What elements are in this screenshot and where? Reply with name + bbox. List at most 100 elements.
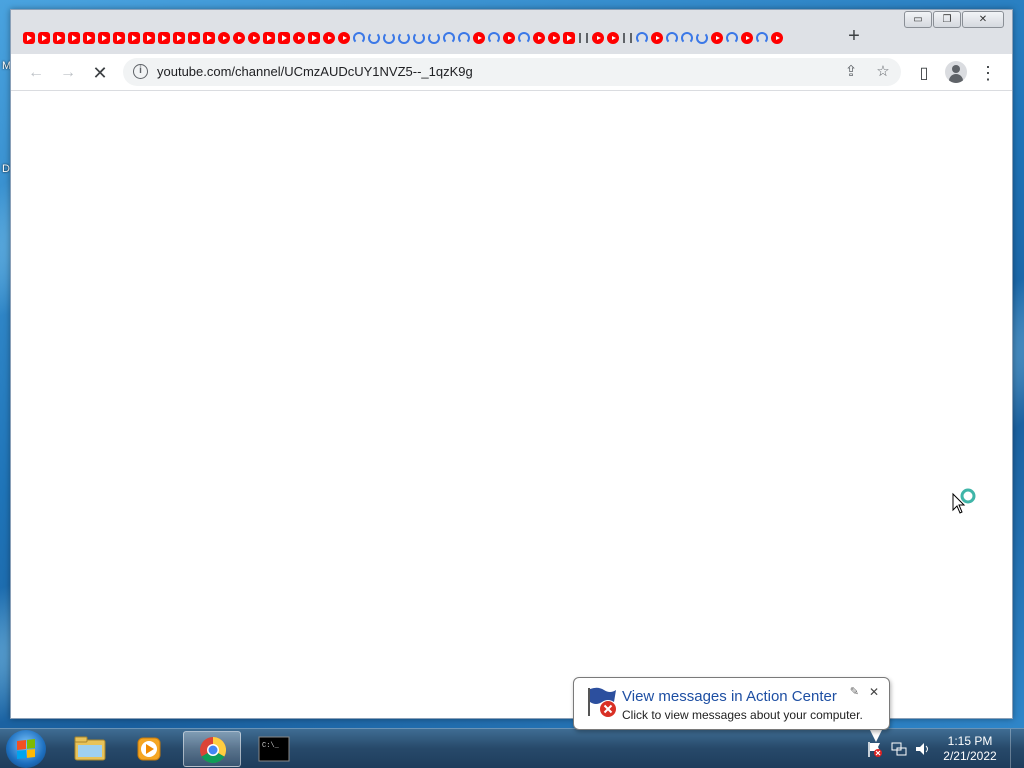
close-icon: ✕ [978, 14, 988, 25]
tab-strip: + ▭ ❐ ✕ [11, 10, 1012, 60]
tab-favicon-icon[interactable] [308, 32, 320, 44]
page-content-blank[interactable] [11, 91, 1012, 718]
tab-favicon-icon[interactable] [563, 32, 575, 44]
tab-favicon-icon[interactable] [113, 32, 125, 44]
stop-loading-button[interactable]: ✕ [89, 62, 111, 84]
tab-favicon-icon[interactable] [368, 32, 380, 44]
close-notification-button[interactable]: ✕ [869, 685, 879, 699]
forward-button[interactable]: → [57, 62, 79, 84]
volume-icon[interactable] [914, 740, 932, 758]
notification-text: Click to view messages about your comput… [622, 708, 863, 722]
tab-favicon-icon[interactable] [741, 32, 753, 44]
tab-favicon-icon[interactable] [458, 32, 470, 44]
tab-favicon-icon[interactable] [548, 32, 560, 44]
tab-favicon-icon[interactable] [353, 32, 365, 44]
tab-favicon-icon[interactable] [533, 32, 545, 44]
tab-favicon-icon[interactable] [338, 32, 350, 44]
restore-icon: ❐ [942, 14, 952, 25]
arrow-right-icon: → [60, 64, 76, 81]
action-center-notification[interactable]: View messages in Action Center Click to … [573, 677, 890, 730]
tab-favicon-icon[interactable] [681, 32, 693, 44]
tab-favicon-icon[interactable] [726, 32, 738, 44]
taskbar-explorer-button[interactable] [60, 731, 118, 767]
tab-favicon-icon[interactable] [203, 32, 215, 44]
taskbar-chrome-button[interactable] [183, 731, 241, 767]
tab-favicon-icon[interactable] [636, 32, 648, 44]
browser-toolbar: ← → ✕ i youtube.com/channel/UCmzAUDcUY1N… [11, 54, 1012, 91]
tab-favicon-icon[interactable] [188, 32, 200, 44]
tab-favicon-icon[interactable] [218, 32, 230, 44]
menu-button[interactable]: ⋮ [977, 62, 999, 84]
tab-favicon-icon[interactable] [233, 32, 245, 44]
action-center-flag-icon[interactable] [866, 740, 884, 758]
chrome-window: + ▭ ❐ ✕ ← → ✕ i youtube.com/channel/UCmz… [10, 9, 1013, 719]
tab-favicon-icon[interactable] [68, 32, 80, 44]
back-button[interactable]: ← [25, 62, 47, 84]
tab-favicon-icon[interactable] [666, 32, 678, 44]
system-clock[interactable]: 1:15 PM 2/21/2022 [938, 734, 1002, 764]
tab-favicon-icon[interactable] [98, 32, 110, 44]
taskbar-media-player-button[interactable] [120, 731, 178, 767]
tab-favicon-icon[interactable] [173, 32, 185, 44]
folder-icon [74, 736, 106, 761]
tab-favicon-icon[interactable] [592, 32, 604, 44]
stop-icon: ✕ [92, 62, 108, 83]
site-info-icon[interactable]: i [133, 64, 148, 79]
taskbar-cmd-button[interactable]: C:\_ [245, 731, 303, 767]
tab-favicon-icon[interactable] [771, 32, 783, 44]
desktop-icon-label[interactable]: D [2, 163, 10, 175]
tab-favicon-icon[interactable] [651, 32, 663, 44]
clock-time: 1:15 PM [947, 734, 993, 748]
tab-favicon-icon[interactable] [473, 32, 485, 44]
side-panel-icon: ▯ [919, 65, 929, 82]
balloon-pointer [869, 728, 883, 742]
side-panel-button[interactable]: ▯ [913, 62, 935, 84]
tab-favicon-icon[interactable] [83, 32, 95, 44]
tab-favicon-icon[interactable] [383, 32, 395, 44]
tab-favicon-icon[interactable] [696, 32, 708, 44]
tab-favicon-icon[interactable] [585, 32, 589, 44]
tab-favicon-icon[interactable] [53, 32, 65, 44]
close-window-button[interactable]: ✕ [962, 11, 1004, 28]
tab-favicon-icon[interactable] [38, 32, 50, 44]
command-prompt-icon: C:\_ [258, 736, 290, 762]
notification-title[interactable]: View messages in Action Center [622, 688, 837, 705]
bookmark-star-icon[interactable]: ☆ [873, 62, 893, 82]
window-controls: ▭ ❐ ✕ [904, 11, 1004, 28]
tab-favicon-icon[interactable] [607, 32, 619, 44]
restore-button[interactable]: ❐ [933, 11, 961, 28]
tab-favicon-icon[interactable] [293, 32, 305, 44]
tab-favicon-icon[interactable] [629, 32, 633, 44]
new-tab-button[interactable]: + [843, 25, 865, 47]
network-icon[interactable] [890, 740, 908, 758]
tab-favicon-icon[interactable] [578, 32, 582, 44]
tab-favicon-icon[interactable] [518, 32, 530, 44]
wrench-icon[interactable]: ✎ [850, 685, 859, 698]
tab-favicon-icon[interactable] [158, 32, 170, 44]
address-bar[interactable]: i youtube.com/channel/UCmzAUDcUY1NVZ5--_… [123, 58, 901, 86]
url-text[interactable]: youtube.com/channel/UCmzAUDcUY1NVZ5--_1q… [157, 64, 473, 79]
tab-favicon-icon[interactable] [143, 32, 155, 44]
tab-favicon-icon[interactable] [23, 32, 35, 44]
profile-avatar-icon[interactable] [945, 61, 967, 83]
tab-favicon-icon[interactable] [756, 32, 768, 44]
share-icon[interactable]: ⇪ [841, 62, 861, 82]
tab-favicon-icon[interactable] [443, 32, 455, 44]
tab-favicon-icon[interactable] [622, 32, 626, 44]
tab-favicon-icon[interactable] [263, 32, 275, 44]
tab-favicon-icon[interactable] [323, 32, 335, 44]
tab-favicon-icon[interactable] [488, 32, 500, 44]
tab-favicon-icon[interactable] [248, 32, 260, 44]
start-button[interactable] [6, 730, 46, 768]
minimize-button[interactable]: ▭ [904, 11, 932, 28]
cmd-prompt-text: C:\_ [262, 742, 280, 750]
action-center-flag-icon [588, 687, 616, 717]
show-desktop-button[interactable] [1010, 729, 1024, 768]
tab-favicon-icon[interactable] [428, 32, 440, 44]
tab-favicon-icon[interactable] [711, 32, 723, 44]
tab-favicon-icon[interactable] [278, 32, 290, 44]
tab-favicon-icon[interactable] [398, 32, 410, 44]
tab-favicon-icon[interactable] [413, 32, 425, 44]
tab-favicon-icon[interactable] [503, 32, 515, 44]
tab-favicon-icon[interactable] [128, 32, 140, 44]
